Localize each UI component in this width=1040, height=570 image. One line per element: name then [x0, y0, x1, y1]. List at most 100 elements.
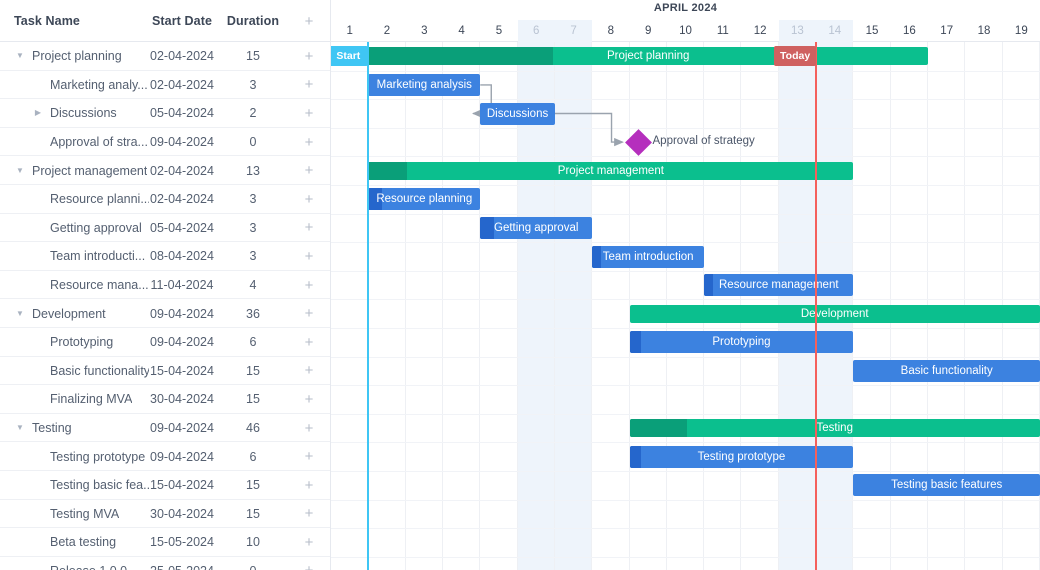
duration-cell[interactable]: 15	[222, 385, 284, 414]
table-row[interactable]: ▼ Project planning 02-04-2024 15 +	[0, 42, 330, 71]
duration-cell[interactable]: 0	[222, 128, 284, 157]
start-date-cell[interactable]: 02-04-2024	[148, 71, 216, 100]
duration-cell[interactable]: 10	[222, 528, 284, 557]
add-task-button[interactable]: +	[296, 156, 322, 185]
task-name-cell[interactable]: Beta testing	[14, 528, 149, 557]
duration-cell[interactable]: 13	[222, 156, 284, 185]
add-task-button[interactable]: +	[296, 271, 322, 300]
add-task-button[interactable]: +	[296, 42, 322, 71]
add-task-button[interactable]: +	[296, 528, 322, 557]
duration-cell[interactable]: 2	[222, 99, 284, 128]
task-name-cell[interactable]: Testing MVA	[14, 500, 149, 529]
table-row[interactable]: Marketing analy... 02-04-2024 3 +	[0, 71, 330, 100]
day-header-19[interactable]: 19	[1003, 20, 1040, 42]
task-bar[interactable]: Marketing analysis	[368, 73, 481, 96]
day-header-7[interactable]: 7	[555, 20, 592, 42]
start-date-cell[interactable]: 08-04-2024	[148, 242, 216, 271]
start-date-cell[interactable]: 11-04-2024	[148, 271, 216, 300]
task-name-cell[interactable]: Prototyping	[14, 328, 149, 357]
task-bar[interactable]: Getting approval	[480, 216, 593, 239]
task-bar[interactable]: Discussions	[480, 102, 555, 125]
add-task-button[interactable]: +	[296, 185, 322, 214]
add-task-button[interactable]: +	[296, 242, 322, 271]
start-date-cell[interactable]: 15-04-2024	[148, 357, 216, 386]
add-task-button[interactable]: +	[296, 99, 322, 128]
column-header-duration[interactable]: Duration	[222, 0, 284, 42]
duration-cell[interactable]: 3	[222, 214, 284, 243]
table-row[interactable]: ▼ Project management 02-04-2024 13 +	[0, 156, 330, 185]
task-bar[interactable]: Resource planning	[368, 188, 481, 211]
add-task-button[interactable]: +	[296, 71, 322, 100]
table-row[interactable]: Basic functionality 15-04-2024 15 +	[0, 357, 330, 386]
start-date-cell[interactable]: 09-04-2024	[148, 299, 216, 328]
start-date-cell[interactable]: 02-04-2024	[148, 156, 216, 185]
task-name-cell[interactable]: Resource mana...	[14, 271, 149, 300]
day-header-10[interactable]: 10	[667, 20, 704, 42]
day-header-5[interactable]: 5	[480, 20, 517, 42]
summary-bar[interactable]: Testing	[629, 419, 1040, 438]
add-task-button[interactable]: +	[296, 385, 322, 414]
add-task-button[interactable]: +	[296, 500, 322, 529]
task-name-cell[interactable]: Testing basic fea...	[14, 471, 149, 500]
add-task-button[interactable]: +	[296, 471, 322, 500]
duration-cell[interactable]: 3	[222, 185, 284, 214]
start-date-cell[interactable]: 02-04-2024	[148, 185, 216, 214]
day-header-16[interactable]: 16	[891, 20, 928, 42]
start-date-cell[interactable]: 30-04-2024	[148, 500, 216, 529]
table-row[interactable]: Testing MVA 30-04-2024 15 +	[0, 500, 330, 529]
chevron-down-icon[interactable]: ▼	[14, 422, 26, 434]
chevron-down-icon[interactable]: ▼	[14, 308, 26, 320]
table-row[interactable]: Testing basic fea... 15-04-2024 15 +	[0, 471, 330, 500]
day-header-13[interactable]: 13	[779, 20, 816, 42]
day-header-15[interactable]: 15	[853, 20, 890, 42]
task-name-cell[interactable]: Marketing analy...	[14, 71, 149, 100]
add-task-button[interactable]: +	[296, 557, 322, 570]
table-row[interactable]: Team introducti... 08-04-2024 3 +	[0, 242, 330, 271]
start-badge[interactable]: Start	[331, 46, 369, 66]
task-name-cell[interactable]: Approval of stra...	[14, 128, 149, 157]
task-bar[interactable]: Prototyping	[629, 331, 854, 354]
duration-cell[interactable]: 3	[222, 242, 284, 271]
duration-cell[interactable]: 6	[222, 328, 284, 357]
day-header-3[interactable]: 3	[406, 20, 443, 42]
add-task-button[interactable]: +	[296, 299, 322, 328]
start-date-cell[interactable]: 02-04-2024	[148, 42, 216, 71]
task-bar[interactable]: Basic functionality	[853, 359, 1040, 382]
task-bar[interactable]: Resource management	[704, 274, 854, 297]
duration-cell[interactable]: 0	[222, 557, 284, 570]
task-name-cell[interactable]: Release 1.0.0	[14, 557, 149, 570]
day-header-1[interactable]: 1	[331, 20, 368, 42]
task-name-cell[interactable]: ▼ Testing	[14, 414, 149, 443]
column-header-task-name[interactable]: Task Name	[14, 0, 149, 42]
duration-cell[interactable]: 6	[222, 442, 284, 471]
duration-cell[interactable]: 46	[222, 414, 284, 443]
task-bar[interactable]: Testing basic features	[853, 474, 1040, 497]
table-row[interactable]: Beta testing 15-05-2024 10 +	[0, 528, 330, 557]
column-header-start-date[interactable]: Start Date	[148, 0, 216, 42]
task-name-cell[interactable]: Basic functionality	[14, 357, 149, 386]
table-row[interactable]: Finalizing MVA 30-04-2024 15 +	[0, 385, 330, 414]
table-row[interactable]: Getting approval 05-04-2024 3 +	[0, 214, 330, 243]
start-date-cell[interactable]: 09-04-2024	[148, 328, 216, 357]
task-name-cell[interactable]: Getting approval	[14, 214, 149, 243]
add-task-button[interactable]: +	[296, 442, 322, 471]
chevron-right-icon[interactable]: ▶	[32, 107, 44, 119]
table-row[interactable]: Testing prototype 09-04-2024 6 +	[0, 442, 330, 471]
duration-cell[interactable]: 15	[222, 471, 284, 500]
task-name-cell[interactable]: ▼ Project management	[14, 156, 149, 185]
table-row[interactable]: Prototyping 09-04-2024 6 +	[0, 328, 330, 357]
start-date-cell[interactable]: 15-04-2024	[148, 471, 216, 500]
add-task-button[interactable]: +	[296, 214, 322, 243]
table-row[interactable]: Approval of stra... 09-04-2024 0 +	[0, 128, 330, 157]
day-header-18[interactable]: 18	[965, 20, 1002, 42]
table-row[interactable]: ▼ Testing 09-04-2024 46 +	[0, 414, 330, 443]
summary-bar[interactable]: Project management	[368, 161, 854, 180]
start-date-cell[interactable]: 05-04-2024	[148, 214, 216, 243]
task-name-cell[interactable]: Team introducti...	[14, 242, 149, 271]
task-name-cell[interactable]: ▼ Project planning	[14, 42, 149, 71]
day-header-17[interactable]: 17	[928, 20, 965, 42]
table-row[interactable]: Release 1.0.0 25-05-2024 0 +	[0, 557, 330, 570]
table-row[interactable]: Resource planni... 02-04-2024 3 +	[0, 185, 330, 214]
task-name-cell[interactable]: ▶ Discussions	[14, 99, 149, 128]
table-row[interactable]: ▶ Discussions 05-04-2024 2 +	[0, 99, 330, 128]
